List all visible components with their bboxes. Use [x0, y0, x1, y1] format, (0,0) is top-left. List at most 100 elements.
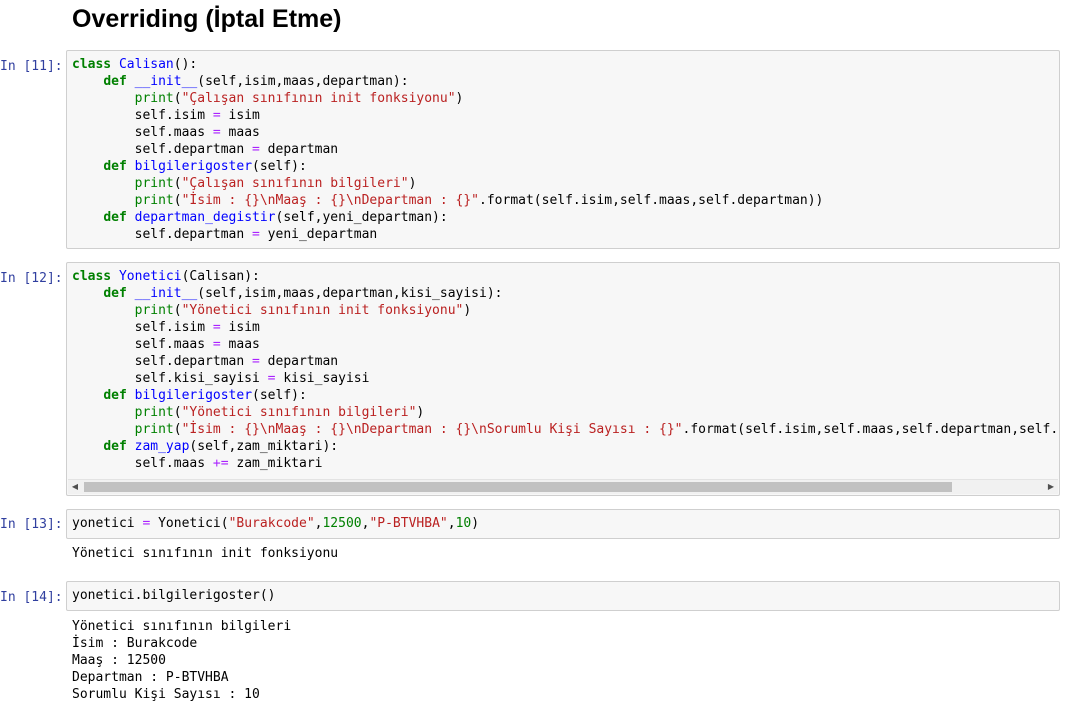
code-token: 10 — [455, 516, 472, 531]
code-token: ( — [173, 303, 182, 318]
code-token: print — [134, 303, 174, 318]
code-token: (self,zam_miktari): — [189, 439, 339, 454]
code-line: def __init__(self,isim,maas,departman): — [72, 73, 1059, 90]
code-token: isim — [220, 320, 260, 335]
code-editor-11[interactable]: class Calisan(): def __init__(self,isim,… — [67, 51, 1059, 243]
code-token: = — [212, 125, 221, 140]
code-token: (self): — [252, 159, 307, 174]
code-line: self.departman = departman — [72, 141, 1059, 158]
code-token: yeni_departman — [259, 227, 378, 242]
code-token: self.isim — [72, 108, 213, 123]
code-token: print — [134, 405, 174, 420]
code-editor-14[interactable]: yonetici.bilgilerigoster() — [67, 582, 1059, 604]
cell-prompt-11: In [11]: — [0, 59, 63, 74]
code-token: departman — [259, 142, 339, 157]
code-token: yonetici.bilgilerigoster() — [72, 588, 276, 603]
code-token: Calisan — [111, 57, 174, 72]
code-line: self.maas = maas — [72, 124, 1059, 141]
cell-prompt-13: In [13]: — [0, 517, 63, 532]
code-token: (self,yeni_departman): — [275, 210, 448, 225]
code-line: self.maas = maas — [72, 336, 1059, 353]
code-token: def — [103, 74, 127, 89]
code-token: self.maas — [72, 125, 213, 140]
code-token: maas — [220, 337, 260, 352]
code-line: def __init__(self,isim,maas,departman,ki… — [72, 285, 1059, 302]
horizontal-scrollbar[interactable]: ◀ ▶ — [68, 479, 1058, 494]
code-line: self.isim = isim — [72, 319, 1059, 336]
code-token: print — [134, 422, 174, 437]
code-token: "Çalışan sınıfının init fonksiyonu" — [181, 91, 456, 106]
code-token: ) — [471, 516, 480, 531]
code-token: def — [103, 159, 127, 174]
code-token: self.departman — [72, 227, 253, 242]
code-token: .format(self.isim,self.maas,self.departm… — [682, 422, 1060, 437]
code-token: = — [252, 354, 260, 369]
cell-output-14: Yönetici sınıfının bilgileri İsim : Bura… — [72, 619, 292, 702]
code-line: print("Yönetici sınıfının init fonksiyon… — [72, 302, 1059, 319]
code-token: .format(self.isim,self.maas,self.departm… — [479, 193, 824, 208]
code-cell-12[interactable]: class Yonetici(Calisan): def __init__(se… — [66, 262, 1060, 496]
code-token: ) — [416, 405, 425, 420]
code-editor-12[interactable]: class Yonetici(Calisan): def __init__(se… — [67, 263, 1059, 472]
code-token: "Yönetici sınıfının bilgileri" — [181, 405, 417, 420]
code-editor-13[interactable]: yonetici = Yonetici("Burakcode",12500,"P… — [67, 510, 1059, 532]
code-token: zam_miktari — [228, 456, 323, 471]
code-token: = — [212, 337, 221, 352]
code-token: self.isim — [72, 320, 213, 335]
code-line: print("İsim : {}\nMaaş : {}\nDepartman :… — [72, 421, 1059, 438]
code-line: self.departman = departman — [72, 353, 1059, 370]
code-token: (self): — [252, 388, 307, 403]
code-token: (self,isim,maas,departman): — [197, 74, 409, 89]
code-token: (Calisan): — [181, 269, 260, 284]
code-token: (): — [173, 57, 198, 72]
code-token: Yonetici — [111, 269, 182, 284]
scrollbar-thumb[interactable] — [84, 482, 952, 492]
scroll-right-icon[interactable]: ▶ — [1044, 480, 1058, 494]
code-token: def — [103, 286, 127, 301]
code-cell-14[interactable]: yonetici.bilgilerigoster() — [66, 581, 1060, 611]
code-cell-13[interactable]: yonetici = Yonetici("Burakcode",12500,"P… — [66, 509, 1060, 539]
code-token: ) — [463, 303, 472, 318]
code-line: def departman_degistir(self,yeni_departm… — [72, 209, 1059, 226]
code-line: self.isim = isim — [72, 107, 1059, 124]
code-token: = — [267, 371, 276, 386]
code-token: "P-BTVHBA" — [369, 516, 448, 531]
code-token: bilgilerigoster — [134, 388, 253, 403]
code-line: class Yonetici(Calisan): — [72, 268, 1059, 285]
code-line: print("Yönetici sınıfının bilgileri") — [72, 404, 1059, 421]
code-token: self.departman — [72, 354, 253, 369]
cell-prompt-12: In [12]: — [0, 271, 63, 286]
code-line: self.kisi_sayisi = kisi_sayisi — [72, 370, 1059, 387]
code-token: = — [212, 108, 221, 123]
code-token: def — [103, 439, 127, 454]
code-line: def bilgilerigoster(self): — [72, 158, 1059, 175]
code-token: += — [212, 456, 229, 471]
scroll-left-icon[interactable]: ◀ — [68, 480, 82, 494]
code-token: isim — [220, 108, 260, 123]
code-token: __init__ — [134, 286, 198, 301]
code-token: (self,isim,maas,departman,kisi_sayisi): — [197, 286, 503, 301]
code-cell-11[interactable]: class Calisan(): def __init__(self,isim,… — [66, 50, 1060, 249]
code-token: self.maas — [72, 337, 213, 352]
code-line: print("Çalışan sınıfının init fonksiyonu… — [72, 90, 1059, 107]
code-token: "Çalışan sınıfının bilgileri" — [181, 176, 409, 191]
code-line: self.departman = yeni_departman — [72, 226, 1059, 243]
code-token: = — [252, 227, 260, 242]
code-token: departman_degistir — [134, 210, 276, 225]
code-line: def bilgilerigoster(self): — [72, 387, 1059, 404]
code-token: "Burakcode" — [228, 516, 315, 531]
code-token: def — [103, 210, 127, 225]
code-token: bilgilerigoster — [134, 159, 253, 174]
